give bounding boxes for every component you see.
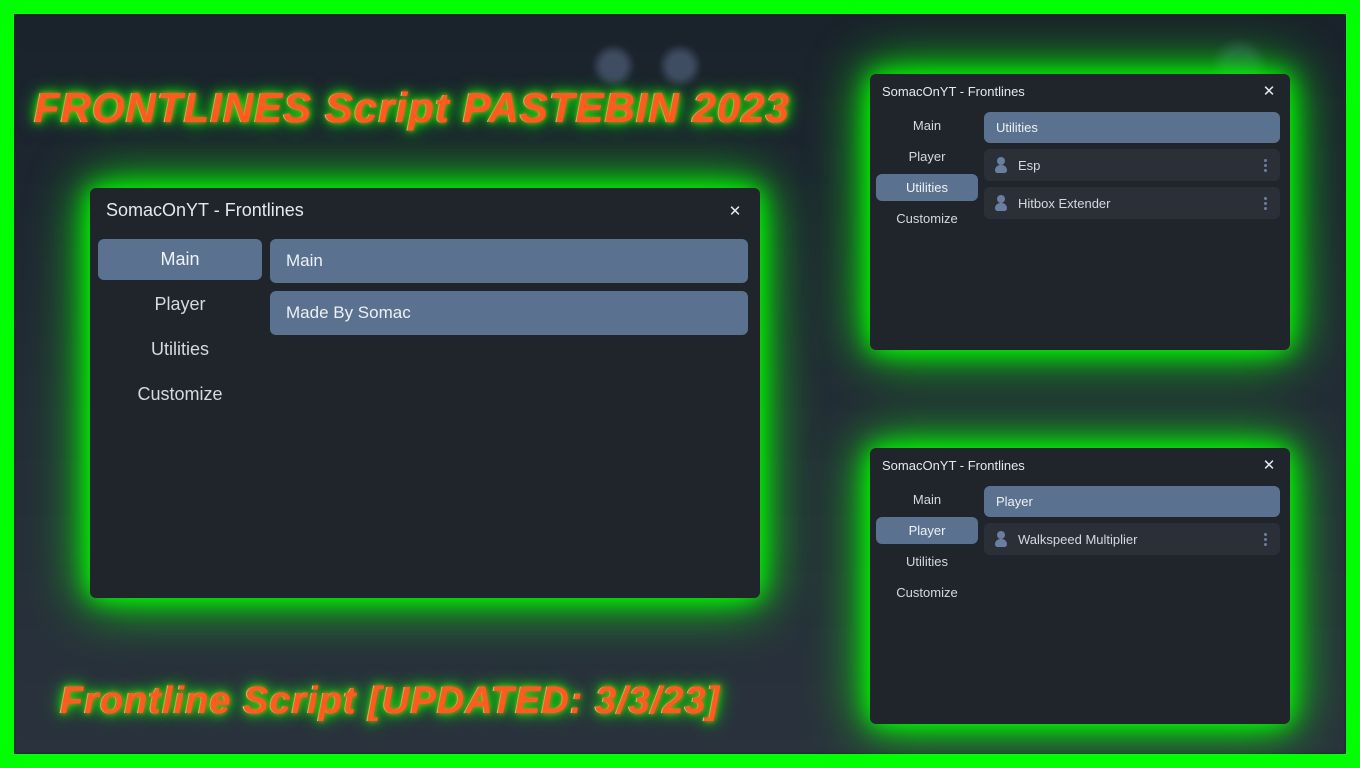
tab-main[interactable]: Main (98, 239, 262, 280)
feature-row-walkspeed[interactable]: Walkspeed Multiplier (984, 523, 1280, 555)
feature-row-esp[interactable]: Esp (984, 149, 1280, 181)
tab-player[interactable]: Player (98, 284, 262, 325)
tab-main[interactable]: Main (876, 112, 978, 139)
tab-player[interactable]: Player (876, 143, 978, 170)
panel-main-body: Main Player Utilities Customize Main Mad… (90, 233, 760, 598)
panel-utilities-body: Main Player Utilities Customize Utilitie… (870, 108, 1290, 350)
panel-main-header: SomacOnYT - Frontlines ✕ (90, 188, 760, 233)
feature-label: Walkspeed Multiplier (1018, 532, 1137, 547)
close-icon[interactable]: ✕ (1260, 82, 1278, 100)
panel-main-title: SomacOnYT - Frontlines (106, 200, 304, 221)
tab-utilities[interactable]: Utilities (876, 548, 978, 575)
panel-player-header: SomacOnYT - Frontlines ✕ (870, 448, 1290, 482)
tab-customize[interactable]: Customize (876, 579, 978, 606)
person-icon (994, 195, 1008, 211)
panel-main-glow: SomacOnYT - Frontlines ✕ Main Player Uti… (90, 188, 760, 598)
panel-main-content: Main Made By Somac (270, 233, 760, 598)
panel-utilities-content: Utilities Esp Hitbox Extender (984, 108, 1290, 350)
panel-utilities: SomacOnYT - Frontlines ✕ Main Player Uti… (870, 74, 1290, 350)
headline-bottom: Frontline Script [UPDATED: 3/3/23] (60, 680, 720, 723)
section-header-utilities: Utilities (984, 112, 1280, 143)
tab-customize[interactable]: Customize (876, 205, 978, 232)
headline-top: FRONTLINES Script PASTEBIN 2023 (34, 84, 790, 132)
panel-player-sidebar: Main Player Utilities Customize (870, 482, 984, 724)
tab-customize[interactable]: Customize (98, 374, 262, 415)
section-header-main: Main (270, 239, 748, 283)
panel-utilities-title: SomacOnYT - Frontlines (882, 84, 1025, 99)
panel-player-glow: SomacOnYT - Frontlines ✕ Main Player Uti… (870, 448, 1290, 724)
credit-label: Made By Somac (270, 291, 748, 335)
person-icon (994, 531, 1008, 547)
panel-utilities-header: SomacOnYT - Frontlines ✕ (870, 74, 1290, 108)
feature-label: Esp (1018, 158, 1040, 173)
panel-utilities-sidebar: Main Player Utilities Customize (870, 108, 984, 350)
close-icon[interactable]: ✕ (1260, 456, 1278, 474)
panel-player-title: SomacOnYT - Frontlines (882, 458, 1025, 473)
panel-player-body: Main Player Utilities Customize Player W… (870, 482, 1290, 724)
panel-main-sidebar: Main Player Utilities Customize (90, 233, 270, 598)
tab-utilities[interactable]: Utilities (876, 174, 978, 201)
tab-player[interactable]: Player (876, 517, 978, 544)
tab-main[interactable]: Main (876, 486, 978, 513)
panel-main: SomacOnYT - Frontlines ✕ Main Player Uti… (90, 188, 760, 598)
tab-utilities[interactable]: Utilities (98, 329, 262, 370)
more-icon[interactable] (1260, 197, 1270, 210)
more-icon[interactable] (1260, 159, 1270, 172)
feature-row-hitbox[interactable]: Hitbox Extender (984, 187, 1280, 219)
section-header-player: Player (984, 486, 1280, 517)
panel-utilities-glow: SomacOnYT - Frontlines ✕ Main Player Uti… (870, 74, 1290, 350)
panel-player: SomacOnYT - Frontlines ✕ Main Player Uti… (870, 448, 1290, 724)
person-icon (994, 157, 1008, 173)
more-icon[interactable] (1260, 533, 1270, 546)
close-icon[interactable]: ✕ (726, 202, 744, 220)
feature-label: Hitbox Extender (1018, 196, 1111, 211)
panel-player-content: Player Walkspeed Multiplier (984, 482, 1290, 724)
